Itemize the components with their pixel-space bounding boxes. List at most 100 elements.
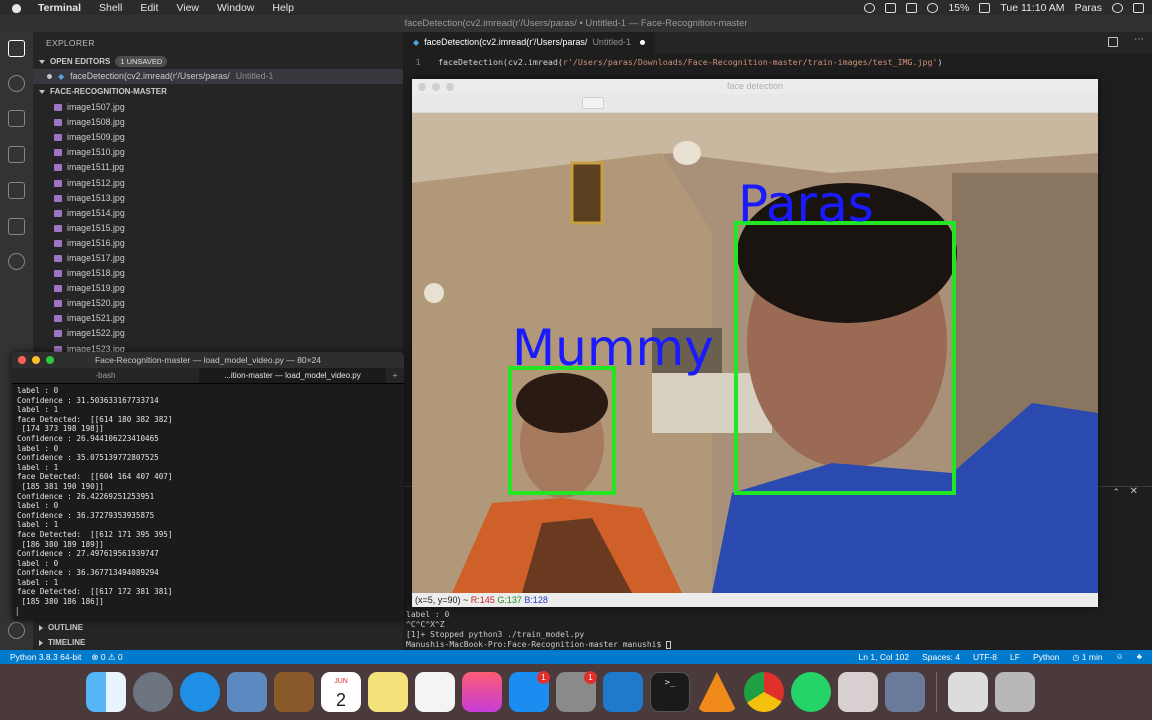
battery-percent[interactable]: 15%	[948, 2, 969, 14]
terminal-icon[interactable]: >_	[650, 672, 690, 712]
gear-icon[interactable]	[8, 622, 25, 639]
close-button[interactable]	[418, 83, 426, 91]
app-store-icon[interactable]: 1	[509, 671, 550, 712]
rocket-app-icon[interactable]	[885, 672, 925, 712]
cv-title-bar[interactable]: face detection	[412, 79, 1098, 94]
photo-booth-icon[interactable]	[838, 672, 878, 712]
clock[interactable]: Tue 11:10 AM	[1000, 2, 1064, 14]
file-item[interactable]: image1515.jpg	[33, 221, 403, 236]
source-control-icon[interactable]	[8, 110, 25, 127]
calendar-icon[interactable]: JUN 2	[321, 672, 361, 712]
music-icon[interactable]	[462, 672, 502, 712]
vscode-icon[interactable]	[603, 672, 643, 712]
file-item[interactable]: image1507.jpg	[33, 100, 403, 115]
zoom-button[interactable]	[46, 356, 54, 364]
remote-explorer-icon[interactable]	[8, 218, 25, 235]
file-item[interactable]: image1509.jpg	[33, 130, 403, 145]
code-line[interactable]: 1 faceDetection(cv2.imread(r'/Users/paras…	[403, 55, 943, 69]
file-item[interactable]: image1520.jpg	[33, 296, 403, 311]
zoom-button[interactable]	[446, 83, 454, 91]
upload-icon[interactable]	[885, 2, 897, 13]
notebook-icon[interactable]	[274, 672, 314, 712]
terminal-line: label : 0	[17, 443, 59, 453]
launchpad-icon[interactable]	[133, 672, 173, 712]
notes-icon[interactable]	[368, 672, 408, 712]
more-actions-icon[interactable]: ⋯	[1134, 34, 1144, 45]
apple-icon[interactable]	[10, 2, 24, 14]
project-header[interactable]: FACE-RECOGNITION-MASTER	[33, 84, 403, 99]
minimize-button[interactable]	[432, 83, 440, 91]
file-name: image1518.jpg	[67, 268, 125, 279]
problems-count[interactable]: ⊗ 0 ⚠ 0	[91, 650, 122, 664]
vlc-icon[interactable]	[697, 672, 737, 712]
indentation[interactable]: Spaces: 4	[922, 650, 960, 665]
battery-icon[interactable]	[979, 2, 991, 13]
menu-list-icon[interactable]	[1133, 2, 1144, 13]
minimize-button[interactable]	[32, 356, 40, 364]
file-item[interactable]: image1514.jpg	[33, 206, 403, 221]
open-editor-item[interactable]: ◆ faceDetection(cv2.imread(r'/Users/para…	[33, 69, 403, 84]
file-item[interactable]: image1516.jpg	[33, 236, 403, 251]
wifi-icon[interactable]	[927, 2, 939, 13]
file-item[interactable]: image1510.jpg	[33, 145, 403, 160]
files-icon[interactable]	[8, 40, 25, 57]
file-item[interactable]: image1518.jpg	[33, 266, 403, 281]
file-item[interactable]: image1512.jpg	[33, 175, 403, 190]
preview-icon[interactable]	[227, 672, 267, 712]
downloads-icon[interactable]	[948, 672, 988, 712]
encoding[interactable]: UTF-8	[973, 650, 997, 665]
record-icon[interactable]	[864, 2, 876, 13]
run-debug-icon[interactable]	[8, 146, 25, 163]
search-icon[interactable]	[1112, 2, 1123, 13]
line-ending[interactable]: LF	[1010, 650, 1020, 665]
menu-window[interactable]: Window	[217, 2, 254, 14]
menu-help[interactable]: Help	[272, 2, 294, 14]
finder-icon[interactable]	[86, 672, 126, 712]
add-tab-icon[interactable]: +	[386, 368, 404, 383]
file-item[interactable]: image1517.jpg	[33, 251, 403, 266]
whatsapp-icon[interactable]	[791, 672, 831, 712]
search-icon[interactable]	[8, 75, 25, 92]
close-icon[interactable]: ✕	[1130, 486, 1138, 497]
unsaved-dot-icon[interactable]	[639, 40, 645, 45]
outline-header[interactable]: OUTLINE	[33, 620, 403, 635]
user-name[interactable]: Paras	[1075, 2, 1102, 14]
time-tracker[interactable]: ◷ 1 min	[1072, 650, 1102, 665]
tab-load-model[interactable]: ...ition-master — load_model_video.py	[199, 368, 386, 383]
timeline-header[interactable]: TIMELINE	[33, 635, 403, 650]
safari-icon[interactable]	[180, 672, 220, 712]
system-preferences-icon[interactable]: 1	[556, 671, 597, 712]
open-editors-header[interactable]: OPEN EDITORS 1 UNSAVED	[33, 54, 403, 69]
tab-name: faceDetection(cv2.imread(r'/Users/paras/	[424, 37, 588, 47]
close-button[interactable]	[18, 356, 26, 364]
cursor-position[interactable]: Ln 1, Col 102	[859, 650, 910, 665]
file-item[interactable]: image1522.jpg	[33, 326, 403, 341]
reminders-icon[interactable]	[415, 672, 455, 712]
file-item[interactable]: image1511.jpg	[33, 160, 403, 175]
cv-toolbar-button[interactable]	[582, 97, 604, 109]
menu-view[interactable]: View	[176, 2, 199, 14]
chrome-icon[interactable]	[744, 672, 784, 712]
split-editor-icon[interactable]	[1108, 37, 1118, 47]
grid-icon[interactable]	[906, 2, 918, 13]
file-item[interactable]: image1508.jpg	[33, 115, 403, 130]
python-interpreter[interactable]: Python 3.8.3 64-bit	[10, 650, 81, 664]
menu-shell[interactable]: Shell	[99, 2, 122, 14]
unsaved-dot-icon[interactable]	[47, 74, 52, 79]
editor-tab[interactable]: ◆ faceDetection(cv2.imread(r'/Users/para…	[403, 32, 655, 53]
file-item[interactable]: image1519.jpg	[33, 281, 403, 296]
feedback-icon[interactable]: ☺	[1116, 650, 1124, 665]
terminal-window[interactable]: Face-Recognition-master — load_model_vid…	[12, 352, 404, 620]
maximize-panel-icon[interactable]: ⌃	[1112, 487, 1120, 498]
docker-icon[interactable]	[8, 253, 25, 270]
trash-icon[interactable]	[995, 672, 1035, 712]
file-item[interactable]: image1521.jpg	[33, 311, 403, 326]
tab-bash[interactable]: -bash	[12, 368, 199, 383]
menu-app[interactable]: Terminal	[38, 2, 81, 14]
notifications-icon[interactable]: ♣	[1137, 650, 1142, 665]
terminal-title-bar[interactable]: Face-Recognition-master — load_model_vid…	[12, 352, 404, 368]
file-item[interactable]: image1513.jpg	[33, 191, 403, 206]
extensions-icon[interactable]	[8, 182, 25, 199]
menu-edit[interactable]: Edit	[140, 2, 158, 14]
language-mode[interactable]: Python	[1033, 650, 1059, 665]
